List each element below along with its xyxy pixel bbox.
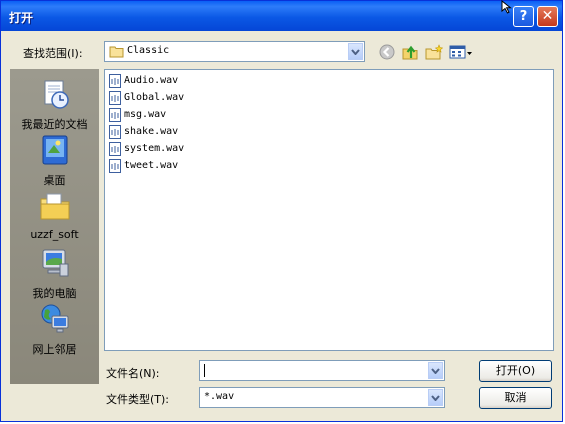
window-title: 打开	[9, 11, 34, 25]
wav-file-icon	[109, 74, 121, 88]
text-cursor	[204, 364, 205, 377]
file-name: system.wav	[124, 143, 185, 154]
filename-combo[interactable]	[199, 360, 445, 381]
recent-documents-icon	[44, 80, 69, 109]
filename-label: 文件名(N):	[106, 367, 160, 380]
lookin-value: Classic	[127, 45, 170, 56]
close-button[interactable]: ✕	[537, 6, 558, 27]
my-documents-icon	[40, 193, 69, 220]
my-computer-icon	[42, 249, 68, 277]
place-my-computer[interactable]: 我的电脑	[10, 246, 99, 301]
place-recent-documents[interactable]: 我最近的文档	[10, 77, 99, 132]
lookin-combo[interactable]: Classic	[104, 41, 365, 62]
place-label: uzzf_soft	[30, 228, 79, 241]
wav-file-icon	[109, 91, 121, 105]
wav-file-icon	[109, 108, 121, 122]
lookin-label: 查找范围(I):	[23, 47, 83, 60]
place-my-documents[interactable]: uzzf_soft	[10, 189, 99, 241]
filetype-dropdown-arrow[interactable]	[428, 389, 443, 406]
title-bar[interactable]: 打开 ? ✕	[1, 1, 562, 31]
file-name: msg.wav	[124, 109, 167, 120]
up-folder-icon[interactable]	[401, 44, 419, 60]
places-bar: 我最近的文档 桌面 uzzf_soft 我的电脑 网上邻居	[10, 69, 99, 384]
file-list[interactable]: Audio.wav Global.wav msg.wav shake.wav s…	[104, 69, 554, 351]
new-folder-icon[interactable]	[425, 44, 443, 60]
place-label: 桌面	[43, 174, 66, 187]
file-name: Audio.wav	[124, 75, 179, 86]
help-button[interactable]: ?	[513, 6, 534, 27]
open-file-dialog: 打开 ? ✕ 查找范围(I): Classic 我最近的文档 桌面 uzzf_s…	[0, 0, 563, 422]
file-name: Global.wav	[124, 92, 185, 103]
wav-file-icon	[109, 125, 121, 139]
filename-dropdown-arrow[interactable]	[428, 362, 443, 379]
file-name: shake.wav	[124, 126, 179, 137]
place-label: 网上邻居	[32, 343, 77, 356]
place-desktop[interactable]: 桌面	[10, 133, 99, 188]
lookin-dropdown-arrow[interactable]	[348, 43, 363, 60]
chevron-down-icon	[431, 367, 440, 374]
back-icon[interactable]	[378, 44, 396, 60]
filetype-value: *.wav	[204, 391, 235, 402]
folder-icon	[109, 46, 124, 58]
wav-file-icon	[109, 159, 121, 173]
wav-file-icon	[109, 142, 121, 156]
filetype-label: 文件类型(T):	[106, 393, 170, 406]
filetype-combo[interactable]: *.wav	[199, 387, 445, 408]
file-name: tweet.wav	[124, 160, 179, 171]
place-network-places[interactable]: 网上邻居	[10, 302, 99, 357]
cancel-button[interactable]: 取消	[479, 387, 552, 409]
chevron-down-icon	[431, 394, 440, 401]
mouse-pointer-icon	[501, 0, 512, 14]
view-menu-icon[interactable]	[449, 44, 473, 60]
place-label: 我的电脑	[32, 287, 77, 300]
desktop-icon	[42, 135, 67, 165]
network-places-icon	[41, 304, 68, 333]
place-label: 我最近的文档	[21, 118, 88, 131]
chevron-down-icon	[351, 48, 360, 55]
open-button[interactable]: 打开(O)	[479, 360, 552, 382]
